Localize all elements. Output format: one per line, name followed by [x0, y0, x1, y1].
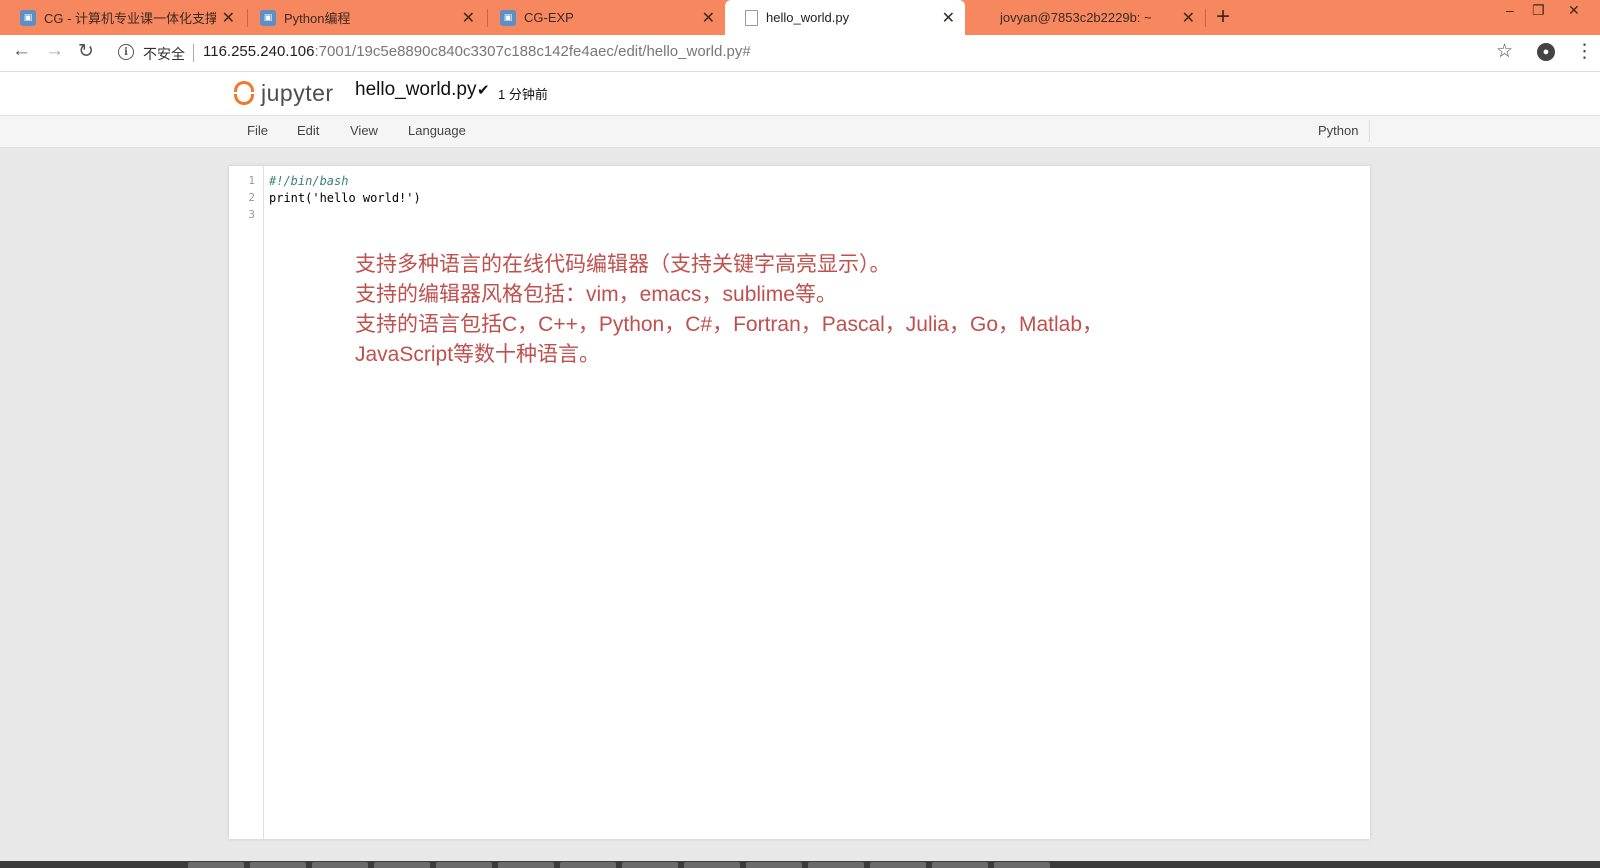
jupyter-header: jupyter hello_world.py ✔ 1 分钟前: [0, 72, 1600, 116]
restore-icon[interactable]: ❐: [1532, 2, 1545, 19]
annotation-line: 支持的语言包括C，C++，Python，C#，Fortran，Pascal，Ju…: [355, 313, 1104, 336]
jupyter-logo[interactable]: jupyter: [233, 76, 334, 110]
annotation-line: 支持多种语言的在线代码编辑器（支持关键字高亮显示）。: [355, 253, 891, 276]
line-number: 2: [248, 191, 255, 204]
tab-hello-world[interactable]: hello_world.py ✕: [725, 0, 965, 35]
browser-tab-strip: ▣ CG - 计算机专业课一体化支撑平 ✕ ▣ Python编程 ✕ ▣ CG-…: [0, 0, 1600, 35]
tab-title: Python编程: [284, 11, 351, 26]
last-saved-time: 1 分钟前: [498, 87, 548, 102]
menu-language[interactable]: Language: [408, 123, 466, 138]
menu-edit[interactable]: Edit: [297, 123, 319, 138]
account-icon[interactable]: ●: [1537, 43, 1555, 61]
tab-cg-exp[interactable]: ▣ CG-EXP ✕: [480, 0, 725, 35]
taskbar-item[interactable]: [498, 862, 554, 868]
taskbar-item[interactable]: [312, 862, 368, 868]
menu-kebab-icon[interactable]: ⋮: [1575, 40, 1594, 63]
forward-icon[interactable]: →: [45, 40, 64, 62]
current-language: Python: [1318, 123, 1359, 138]
tab-title: CG - 计算机专业课一体化支撑平: [44, 11, 216, 26]
file-name[interactable]: hello_world.py: [355, 79, 476, 101]
menu-divider: [1369, 120, 1370, 142]
tab-title: hello_world.py: [766, 10, 850, 25]
jupyter-favicon-icon: ▣: [500, 9, 516, 26]
jupyter-logo-icon: [233, 79, 255, 107]
line-number: 1: [248, 174, 255, 187]
taskbar-item[interactable]: [684, 862, 740, 868]
back-icon[interactable]: ←: [12, 40, 31, 62]
saved-check-icon: ✔: [477, 82, 490, 99]
tab-divider: [1205, 9, 1206, 27]
reload-icon[interactable]: ↻: [78, 40, 94, 63]
menu-bar: File Edit View Language Python: [0, 116, 1600, 148]
bookmark-star-icon[interactable]: ☆: [1496, 40, 1513, 63]
tab-cg-platform[interactable]: ▣ CG - 计算机专业课一体化支撑平 ✕: [0, 0, 245, 35]
address-bar: ← → ↻ i 不安全 116.255.240.106:7001/19c5e88…: [0, 35, 1600, 72]
tab-title: jovyan@7853c2b2229b: ~: [1000, 10, 1152, 25]
taskbar-item[interactable]: [188, 862, 244, 868]
menu-file[interactable]: File: [247, 123, 268, 138]
annotation-line: 支持的编辑器风格包括：vim，emacs，sublime等。: [355, 283, 837, 306]
minimize-icon[interactable]: –: [1506, 2, 1514, 18]
taskbar-item[interactable]: [870, 862, 926, 868]
jupyter-favicon-icon: ▣: [20, 9, 36, 26]
security-label[interactable]: 不安全: [143, 44, 185, 64]
taskbar-item[interactable]: [250, 862, 306, 868]
taskbar-item[interactable]: [994, 862, 1050, 868]
url-field[interactable]: 116.255.240.106:7001/19c5e8890c840c3307c…: [203, 43, 751, 60]
line-number: 3: [248, 208, 255, 221]
taskbar-item[interactable]: [560, 862, 616, 868]
close-icon[interactable]: ✕: [1182, 8, 1195, 28]
code-line[interactable]: #!/bin/bash: [269, 174, 348, 188]
page-icon: [745, 9, 758, 26]
info-icon[interactable]: i: [118, 44, 134, 60]
close-icon[interactable]: ✕: [702, 8, 715, 28]
tab-title: CG-EXP: [524, 10, 574, 25]
taskbar-item[interactable]: [622, 862, 678, 868]
taskbar-item[interactable]: [808, 862, 864, 868]
code-line[interactable]: print('hello world!'): [269, 191, 421, 205]
feature-annotation: 支持多种语言的在线代码编辑器（支持关键字高亮显示）。 支持的编辑器风格包括：vi…: [355, 250, 1335, 370]
tab-python-programming[interactable]: ▣ Python编程 ✕: [240, 0, 485, 35]
taskbar-item[interactable]: [746, 862, 802, 868]
jupyter-favicon-icon: ▣: [260, 9, 276, 26]
url-host: 116.255.240.106: [203, 43, 315, 60]
logo-text: jupyter: [261, 79, 334, 106]
url-divider: [193, 44, 194, 62]
close-icon[interactable]: ✕: [462, 8, 475, 28]
window-close-icon[interactable]: ✕: [1568, 2, 1580, 19]
annotation-line: JavaScript等数十种语言。: [355, 343, 601, 366]
tab-terminal[interactable]: jovyan@7853c2b2229b: ~ ✕: [965, 0, 1205, 35]
url-path: :7001/19c5e8890c840c3307c188c142fe4aec/e…: [314, 43, 751, 60]
taskbar-item[interactable]: [932, 862, 988, 868]
os-taskbar: [0, 861, 1600, 868]
close-icon[interactable]: ✕: [942, 8, 955, 28]
close-icon[interactable]: ✕: [222, 8, 235, 28]
menu-view[interactable]: View: [350, 123, 378, 138]
taskbar-item[interactable]: [436, 862, 492, 868]
line-number-gutter: 1 2 3: [229, 166, 264, 839]
taskbar-item[interactable]: [374, 862, 430, 868]
new-tab-button[interactable]: +: [1216, 3, 1230, 31]
